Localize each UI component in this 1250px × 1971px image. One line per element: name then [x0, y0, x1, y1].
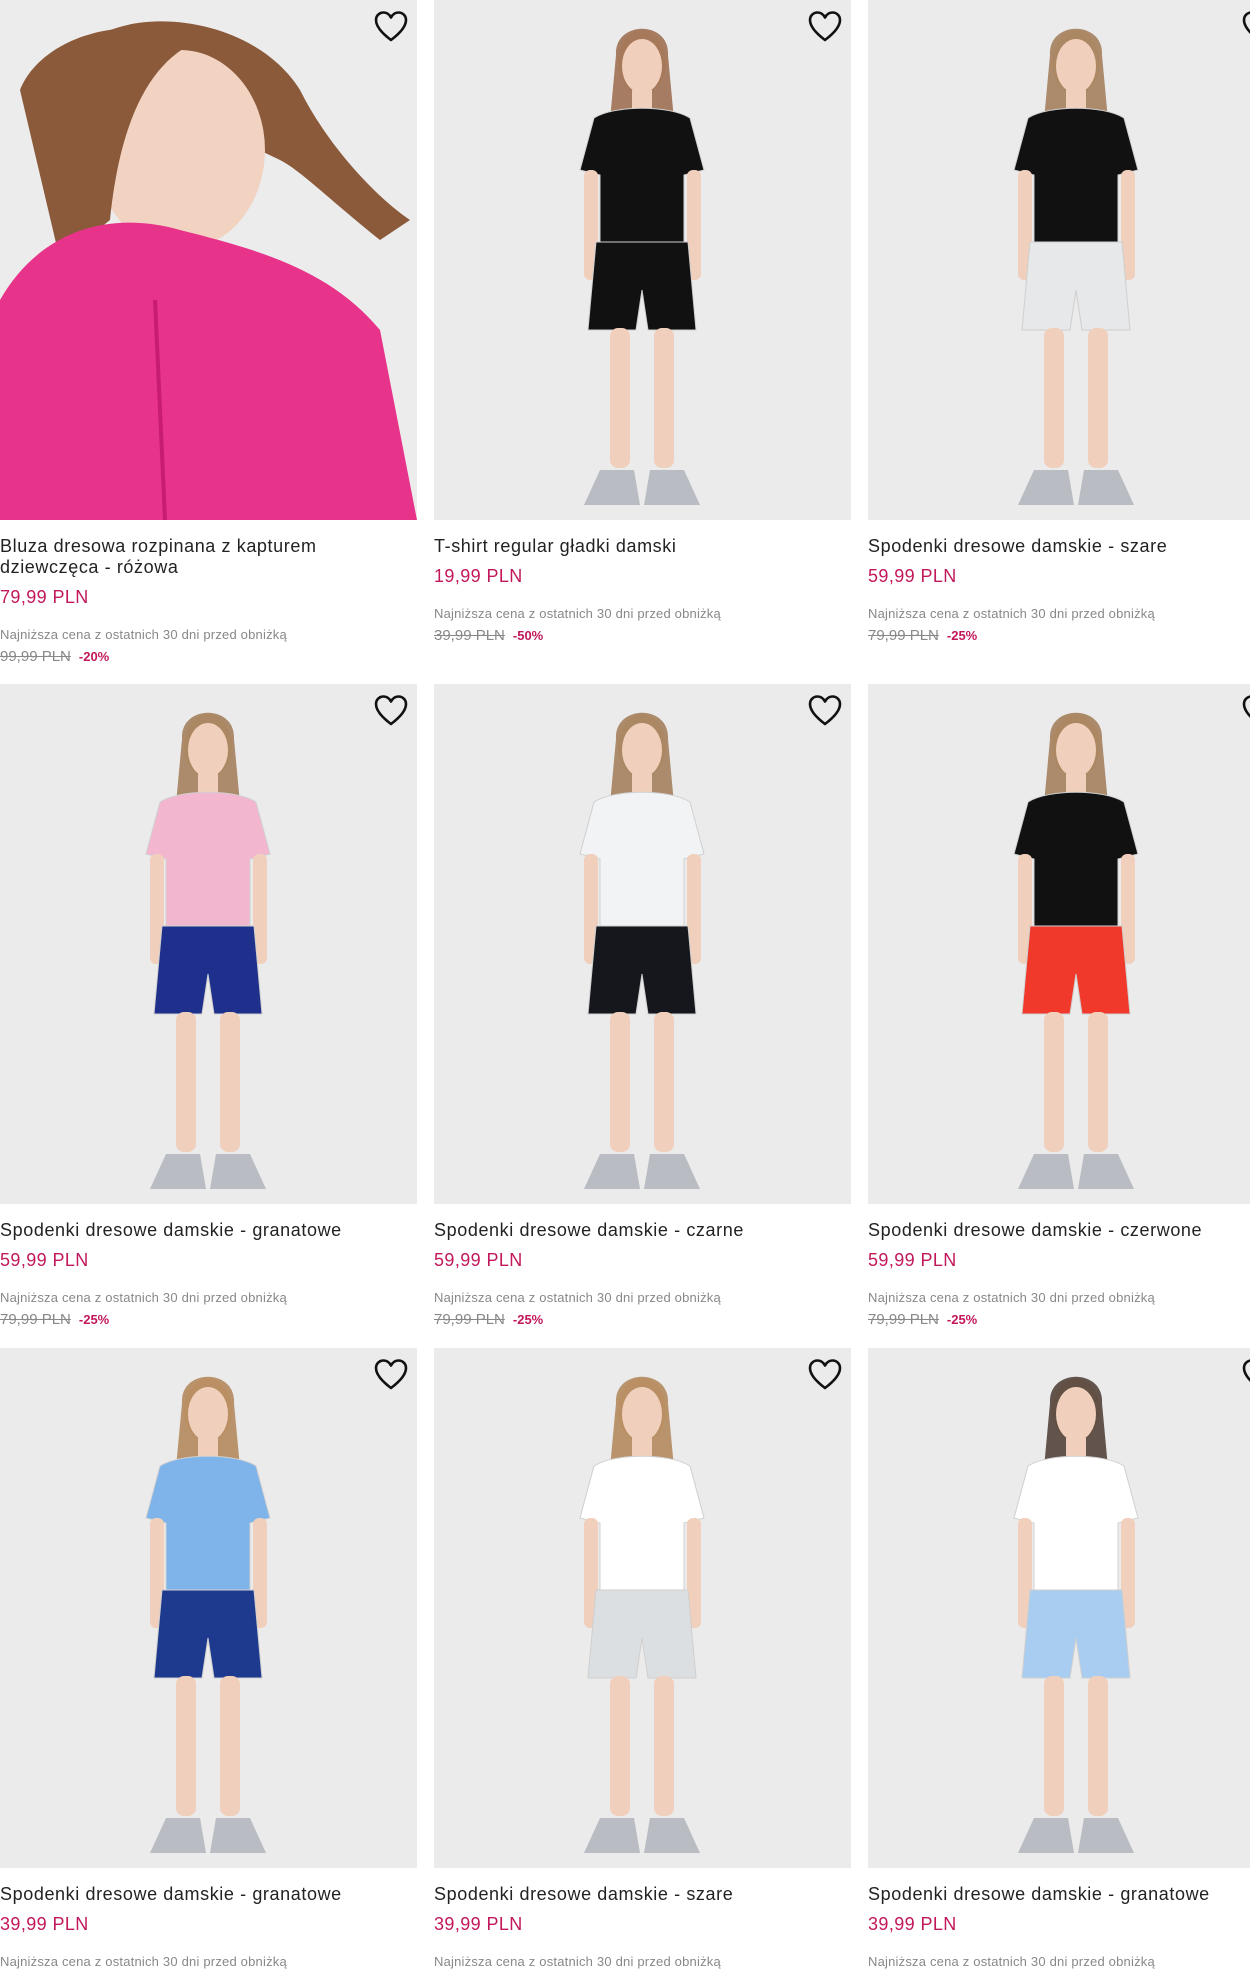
product-title[interactable]: Spodenki dresowe damskie - szare [434, 1884, 851, 1905]
lowest-price-label: Najniższa cena z ostatnich 30 dni przed … [0, 1954, 287, 1969]
product-title[interactable]: Spodenki dresowe damskie - szare [868, 536, 1250, 557]
product-price: 39,99 PLN [0, 1914, 89, 1934]
heart-icon[interactable] [807, 10, 843, 44]
heart-icon[interactable] [1241, 694, 1250, 728]
product-card[interactable]: Spodenki dresowe damskie - szare 39,99 P… [434, 1348, 851, 1969]
lowest-price-label: Najniższa cena z ostatnich 30 dni przed … [434, 1290, 721, 1305]
product-image[interactable] [434, 0, 851, 520]
product-image[interactable] [434, 1348, 851, 1868]
product-image[interactable] [0, 1348, 417, 1868]
discount-badge: -20% [78, 649, 110, 664]
product-price: 59,99 PLN [868, 1250, 957, 1270]
old-price-row: 99,99 PLN -20% [0, 648, 417, 665]
product-price: 59,99 PLN [868, 566, 957, 586]
product-card[interactable]: Spodenki dresowe damskie - szare 59,99 P… [868, 0, 1250, 644]
old-price-row: 79,99 PLN -25% [868, 627, 1250, 644]
lowest-price-label: Najniższa cena z ostatnich 30 dni przed … [0, 1290, 287, 1305]
lowest-price-label: Najniższa cena z ostatnich 30 dni przed … [434, 1954, 721, 1969]
lowest-price-label: Najniższa cena z ostatnich 30 dni przed … [868, 1290, 1155, 1305]
product-card[interactable]: T-shirt regular gładki damski 19,99 PLN … [434, 0, 851, 644]
product-title[interactable]: Spodenki dresowe damskie - granatowe [0, 1220, 417, 1241]
product-price: 39,99 PLN [434, 1914, 523, 1934]
product-card[interactable]: Spodenki dresowe damskie - granatowe 59,… [0, 684, 417, 1328]
old-price-row: 79,99 PLN -25% [0, 1311, 417, 1328]
product-title[interactable]: Spodenki dresowe damskie - granatowe [868, 1884, 1250, 1905]
product-image[interactable] [0, 0, 417, 520]
old-price-row: 79,99 PLN -25% [868, 1311, 1250, 1328]
product-card[interactable]: Spodenki dresowe damskie - czerwone 59,9… [868, 684, 1250, 1328]
heart-icon[interactable] [373, 1358, 409, 1392]
old-price: 79,99 PLN [868, 627, 939, 644]
discount-badge: -25% [78, 1312, 110, 1327]
old-price: 79,99 PLN [434, 1311, 505, 1328]
product-price: 39,99 PLN [868, 1914, 957, 1934]
product-card[interactable]: Bluza dresowa rozpinana z kapturem dziew… [0, 0, 417, 665]
discount-badge: -25% [946, 628, 978, 643]
product-card[interactable]: Spodenki dresowe damskie - czarne 59,99 … [434, 684, 851, 1328]
product-price: 59,99 PLN [0, 1250, 89, 1270]
discount-badge: -25% [946, 1312, 978, 1327]
old-price-row: 39,99 PLN -50% [434, 627, 851, 644]
old-price: 39,99 PLN [434, 627, 505, 644]
product-image[interactable] [434, 684, 851, 1204]
lowest-price-label: Najniższa cena z ostatnich 30 dni przed … [868, 606, 1155, 621]
lowest-price-label: Najniższa cena z ostatnich 30 dni przed … [434, 606, 721, 621]
product-title[interactable]: Spodenki dresowe damskie - czerwone [868, 1220, 1250, 1241]
product-title[interactable]: Spodenki dresowe damskie - czarne [434, 1220, 851, 1241]
product-title[interactable]: T-shirt regular gładki damski [434, 536, 851, 557]
product-image[interactable] [868, 684, 1250, 1204]
heart-icon[interactable] [373, 694, 409, 728]
lowest-price-label: Najniższa cena z ostatnich 30 dni przed … [868, 1954, 1155, 1969]
product-card[interactable]: Spodenki dresowe damskie - granatowe 39,… [0, 1348, 417, 1969]
heart-icon[interactable] [1241, 10, 1250, 44]
old-price: 99,99 PLN [0, 648, 71, 665]
product-image[interactable] [868, 0, 1250, 520]
heart-icon[interactable] [807, 694, 843, 728]
old-price: 79,99 PLN [868, 1311, 939, 1328]
old-price-row: 79,99 PLN -25% [434, 1311, 851, 1328]
discount-badge: -25% [512, 1312, 544, 1327]
discount-badge: -50% [512, 628, 544, 643]
heart-icon[interactable] [807, 1358, 843, 1392]
heart-icon[interactable] [1241, 1358, 1250, 1392]
product-title[interactable]: Bluza dresowa rozpinana z kapturem dziew… [0, 536, 417, 578]
product-image[interactable] [0, 684, 417, 1204]
product-price: 79,99 PLN [0, 587, 89, 607]
lowest-price-label: Najniższa cena z ostatnich 30 dni przed … [0, 627, 287, 642]
product-card[interactable]: Spodenki dresowe damskie - granatowe 39,… [868, 1348, 1250, 1969]
product-image[interactable] [868, 1348, 1250, 1868]
product-title[interactable]: Spodenki dresowe damskie - granatowe [0, 1884, 417, 1905]
product-price: 19,99 PLN [434, 566, 523, 586]
old-price: 79,99 PLN [0, 1311, 71, 1328]
heart-icon[interactable] [373, 10, 409, 44]
product-price: 59,99 PLN [434, 1250, 523, 1270]
